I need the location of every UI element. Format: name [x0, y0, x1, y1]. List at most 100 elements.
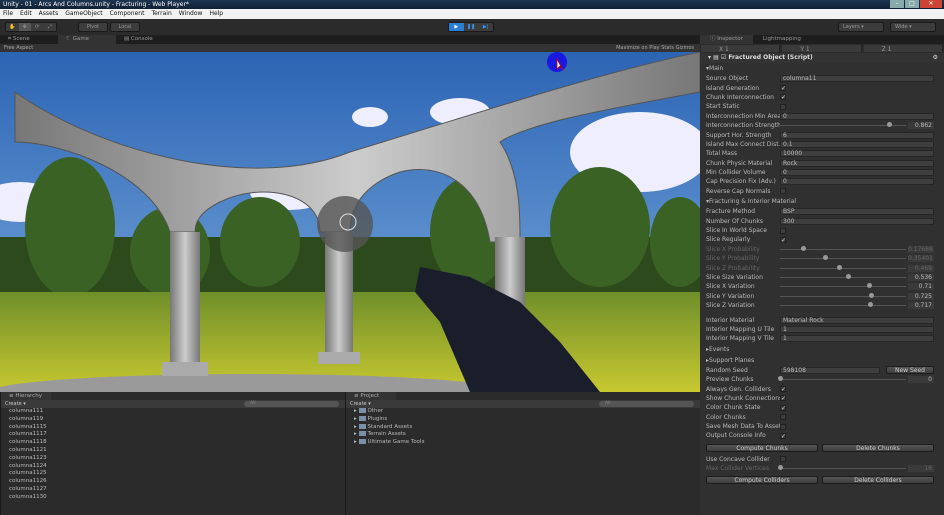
- section-foldout[interactable]: ▾ Main: [706, 63, 934, 74]
- text-field[interactable]: 0: [780, 112, 934, 120]
- slider-value-field[interactable]: 0.35401: [908, 255, 934, 263]
- text-field[interactable]: 1: [780, 325, 934, 333]
- slider[interactable]: 0.717: [780, 302, 934, 310]
- checkbox[interactable]: ✓: [780, 94, 786, 101]
- layout-dropdown[interactable]: Wide ▾: [890, 22, 936, 32]
- minimize-button[interactable]: –: [890, 0, 904, 8]
- project-folder[interactable]: ▸ Standard Assets: [346, 423, 700, 432]
- hierarchy-item[interactable]: columna1115: [1, 424, 345, 432]
- slider[interactable]: 0.71: [780, 283, 934, 291]
- move-tool-icon[interactable]: ✥: [18, 23, 31, 31]
- scale-z-field[interactable]: Z 1: [863, 45, 943, 53]
- hierarchy-item[interactable]: columna1121: [1, 447, 345, 455]
- tab-lightmapping[interactable]: Lightmapping: [753, 35, 811, 44]
- text-field[interactable]: 0: [780, 178, 934, 186]
- text-field[interactable]: 6: [780, 131, 934, 139]
- tab-project[interactable]: ≡ Project: [346, 392, 396, 400]
- hierarchy-item[interactable]: columna1117: [1, 431, 345, 439]
- slider-value-field[interactable]: 0.862: [908, 122, 934, 130]
- project-search[interactable]: All: [599, 401, 694, 407]
- text-field[interactable]: Material Rock: [780, 316, 934, 324]
- slider-value-field[interactable]: 0.536: [908, 274, 934, 281]
- slider-thumb[interactable]: [867, 283, 873, 289]
- hierarchy-item[interactable]: columna1126: [1, 478, 345, 486]
- step-button[interactable]: ▶|: [478, 23, 493, 31]
- text-field[interactable]: BSP: [780, 208, 934, 216]
- game-viewport[interactable]: [0, 52, 700, 392]
- slider-value-field[interactable]: 16: [908, 465, 934, 473]
- hierarchy-item[interactable]: columna1118: [1, 439, 345, 447]
- menu-file[interactable]: File: [3, 9, 13, 19]
- slider[interactable]: 0.469: [780, 264, 934, 272]
- hierarchy-item[interactable]: columna1123: [1, 455, 345, 463]
- maximize-button[interactable]: □: [905, 0, 919, 8]
- text-field[interactable]: 1: [780, 335, 934, 343]
- text-field[interactable]: 300: [780, 217, 934, 225]
- slider-value-field[interactable]: 0: [908, 376, 934, 384]
- menu-component[interactable]: Component: [110, 9, 145, 19]
- rotate-tool-icon[interactable]: ⟳: [31, 23, 44, 31]
- create-dropdown[interactable]: Create: [5, 401, 22, 407]
- checkbox[interactable]: [780, 103, 786, 110]
- gear-icon[interactable]: ⚙: [933, 53, 938, 63]
- aspect-dropdown[interactable]: Free Aspect: [4, 45, 33, 51]
- delete-colliders-button[interactable]: Delete Colliders: [822, 476, 934, 485]
- slider-value-field[interactable]: 0.71: [908, 283, 934, 291]
- slider[interactable]: 0: [778, 376, 934, 384]
- text-field[interactable]: 10000: [780, 150, 934, 158]
- slider[interactable]: 0.862: [780, 122, 934, 130]
- project-folder[interactable]: ▸ Plugins: [346, 415, 700, 424]
- slider-thumb[interactable]: [845, 274, 851, 279]
- checkbox[interactable]: ✓: [780, 404, 786, 411]
- slider[interactable]: 0.35401: [780, 255, 934, 263]
- slider[interactable]: 0.17686: [780, 245, 934, 253]
- seed-field[interactable]: 598108: [780, 366, 880, 374]
- tab-console[interactable]: ▤ Console: [116, 35, 174, 44]
- slider-value-field[interactable]: 0.717: [908, 302, 934, 310]
- new-seed-button[interactable]: New Seed: [886, 366, 934, 375]
- menu-assets[interactable]: Assets: [39, 9, 59, 19]
- checkbox[interactable]: [780, 423, 786, 430]
- tab-hierarchy[interactable]: ≡ Hierarchy: [1, 392, 51, 400]
- game-view-options[interactable]: Maximize on Play Stats Gizmos: [616, 44, 694, 52]
- menu-help[interactable]: Help: [209, 9, 223, 19]
- section-foldout[interactable]: ▸ Support Planes: [706, 355, 934, 366]
- delete-chunks-button[interactable]: Delete Chunks: [822, 443, 934, 452]
- text-field[interactable]: Rock: [780, 159, 934, 167]
- slider[interactable]: 16: [778, 465, 934, 473]
- component-header[interactable]: ▾ ▤ ☑ Fractured Object (Script) ⚙: [700, 53, 944, 63]
- checkbox[interactable]: [780, 414, 786, 421]
- hierarchy-item[interactable]: columna119: [1, 416, 345, 424]
- layers-dropdown[interactable]: Layers ▾: [838, 22, 884, 32]
- checkbox[interactable]: ✓: [780, 85, 786, 92]
- scale-x-field[interactable]: X 1: [701, 45, 781, 53]
- hand-tool-icon[interactable]: ✋: [6, 23, 19, 31]
- slider-thumb[interactable]: [886, 122, 892, 128]
- menu-window[interactable]: Window: [179, 9, 203, 19]
- compute-colliders-button[interactable]: Compute Colliders: [706, 476, 818, 485]
- slider-thumb[interactable]: [837, 264, 843, 270]
- section-foldout[interactable]: ▾ Fracturing & Interior Material: [706, 196, 934, 207]
- local-button[interactable]: Local: [110, 22, 140, 32]
- slider-value-field[interactable]: 0.469: [908, 264, 934, 272]
- checkbox[interactable]: [780, 188, 786, 195]
- text-field[interactable]: columna11: [780, 75, 934, 83]
- slider-thumb[interactable]: [822, 255, 828, 261]
- menu-terrain[interactable]: Terrain: [151, 9, 171, 19]
- text-field[interactable]: 0.1: [780, 140, 934, 148]
- scale-y-field[interactable]: Y 1: [782, 45, 862, 53]
- text-field[interactable]: 0: [780, 169, 934, 177]
- play-button[interactable]: ▶: [449, 23, 464, 31]
- hierarchy-item[interactable]: columna1127: [1, 486, 345, 494]
- close-button[interactable]: ✕: [920, 0, 942, 8]
- checkbox[interactable]: ✓: [780, 432, 786, 439]
- menu-gameobject[interactable]: GameObject: [65, 9, 102, 19]
- hierarchy-item[interactable]: columna1125: [1, 470, 345, 478]
- menu-edit[interactable]: Edit: [20, 9, 32, 19]
- slider-thumb[interactable]: [800, 245, 806, 251]
- project-folder[interactable]: ▸ Ultimate Game Tools: [346, 439, 700, 447]
- checkbox[interactable]: ✓: [780, 386, 786, 393]
- checkbox[interactable]: ✓: [780, 236, 786, 243]
- project-folder[interactable]: ▸ Other: [346, 408, 700, 416]
- hierarchy-item[interactable]: columna1130: [1, 494, 345, 502]
